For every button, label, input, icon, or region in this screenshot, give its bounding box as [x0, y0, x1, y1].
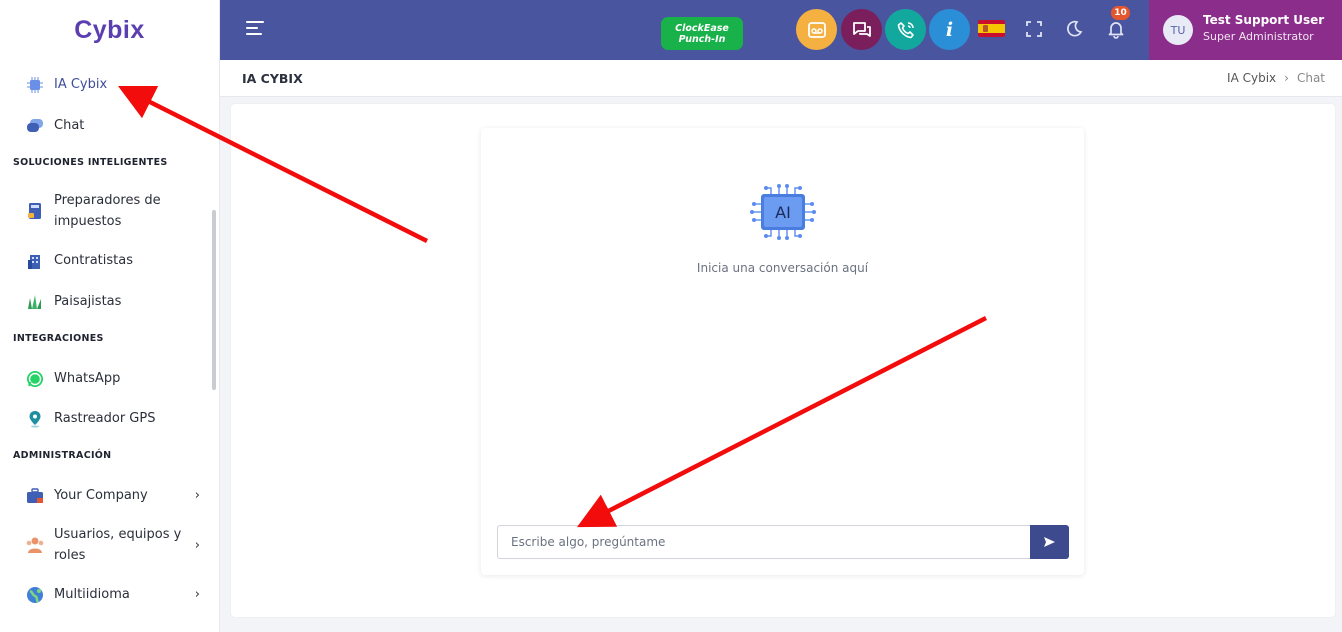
page-title: IA CYBIX [242, 71, 303, 86]
phone-call-icon [897, 21, 914, 38]
sidebar-item-label: WhatsApp [54, 371, 121, 386]
voicemail-icon [807, 21, 826, 38]
grass-icon [25, 292, 45, 312]
section-heading-integrations: INTEGRACIONES [13, 333, 104, 344]
menu-toggle-icon[interactable] [246, 21, 264, 37]
info-button[interactable]: i [929, 9, 970, 50]
sidebar-item-tax-preparers[interactable]: Preparadores de impuestos [0, 190, 210, 232]
calculator-icon [25, 201, 45, 221]
globe-icon [25, 585, 45, 605]
ai-label: AI [775, 203, 791, 222]
ai-chip-icon [25, 75, 45, 95]
whatsapp-icon [25, 369, 45, 389]
chat-message-input[interactable] [497, 525, 1031, 559]
messages-button[interactable] [841, 9, 882, 50]
chat-panel: AI Inicia una conversación aquí [481, 128, 1084, 575]
label-line-1: Usuarios, equipos y [54, 527, 182, 542]
clock-button-line-1: ClockEase [675, 23, 729, 34]
info-icon: i [945, 18, 954, 41]
sidebar-item-label: Preparadores de impuestos [54, 190, 161, 232]
chevron-right-icon: › [194, 537, 200, 553]
sidebar-item-label: IA Cybix [54, 77, 108, 92]
send-button[interactable] [1030, 525, 1069, 559]
dark-mode-moon-icon[interactable] [1064, 19, 1084, 39]
chevron-right-icon: › [194, 587, 200, 602]
label-line-1: Preparadores de [54, 193, 161, 208]
clockease-punch-in-button[interactable]: ClockEase Punch-In [661, 17, 743, 50]
sidebar-item-label: Contratistas [54, 253, 133, 268]
logo-text: Cybix [74, 15, 145, 44]
building-icon [25, 251, 45, 271]
sidebar-item-label: Multiidioma [54, 587, 130, 602]
sidebar-item-label: Usuarios, equipos y roles [54, 524, 181, 566]
sidebar-item-ia-cybix[interactable]: IA Cybix [0, 74, 210, 95]
empty-state-text: Inicia una conversación aquí [696, 261, 869, 275]
sidebar: Cybix IA Cybix Chat SOLUCIONES INTELIGEN… [0, 0, 220, 632]
label-line-2: impuestos [54, 214, 122, 229]
messages-icon [852, 21, 871, 37]
label-line-2: roles [54, 548, 86, 563]
notification-count-badge: 10 [1111, 6, 1130, 20]
phone-call-button[interactable] [885, 9, 926, 50]
sidebar-item-landscapers[interactable]: Paisajistas [0, 291, 210, 312]
ai-chip-icon: AI [750, 184, 816, 240]
sidebar-item-chat[interactable]: Chat [0, 115, 210, 136]
voicemail-button[interactable] [796, 9, 837, 50]
app-logo[interactable]: Cybix [0, 0, 219, 60]
sidebar-item-label: Rastreador GPS [54, 411, 156, 426]
sidebar-item-your-company[interactable]: Your Company › [0, 485, 210, 506]
sidebar-item-label: Chat [54, 118, 85, 133]
spain-flag-icon[interactable] [978, 20, 1005, 37]
breadcrumb-item-ia-cybix[interactable]: IA Cybix [1227, 71, 1276, 85]
sidebar-item-label: Paisajistas [54, 294, 122, 309]
page-header: IA CYBIX IA Cybix › Chat [220, 60, 1342, 97]
briefcase-icon [25, 486, 45, 506]
user-menu[interactable]: TU Test Support User Super Administrator [1149, 0, 1342, 60]
sidebar-item-gps-tracker[interactable]: Rastreador GPS [0, 408, 210, 429]
section-heading-admin: ADMINISTRACIÓN [13, 450, 112, 461]
sidebar-item-label: Your Company [54, 488, 148, 503]
topbar: ClockEase Punch-In i 10 TU Test Support … [220, 0, 1342, 60]
sidebar-item-whatsapp[interactable]: WhatsApp [0, 368, 210, 389]
section-heading-smart: SOLUCIONES INTELIGENTES [13, 157, 168, 168]
sidebar-item-contractors[interactable]: Contratistas [0, 250, 210, 271]
user-role: Super Administrator [1203, 30, 1314, 43]
sidebar-scrollbar[interactable] [212, 210, 216, 390]
sidebar-item-users-teams-roles[interactable]: Usuarios, equipos y roles › [0, 524, 210, 566]
avatar: TU [1163, 15, 1193, 45]
sidebar-item-multilanguage[interactable]: Multiidioma › [0, 584, 210, 605]
chevron-right-icon: › [194, 488, 200, 503]
fullscreen-icon[interactable] [1024, 19, 1044, 39]
map-pin-icon [25, 409, 45, 429]
clock-button-line-2: Punch-In [678, 34, 726, 45]
chat-bubbles-icon [25, 116, 45, 136]
user-name: Test Support User [1203, 13, 1325, 27]
breadcrumb-separator: › [1284, 71, 1289, 85]
breadcrumb-item-chat: Chat [1296, 71, 1325, 85]
send-icon [1044, 537, 1055, 547]
breadcrumb: IA Cybix › Chat [1227, 71, 1325, 85]
users-icon [25, 535, 45, 555]
notification-bell-icon[interactable] [1106, 19, 1126, 39]
